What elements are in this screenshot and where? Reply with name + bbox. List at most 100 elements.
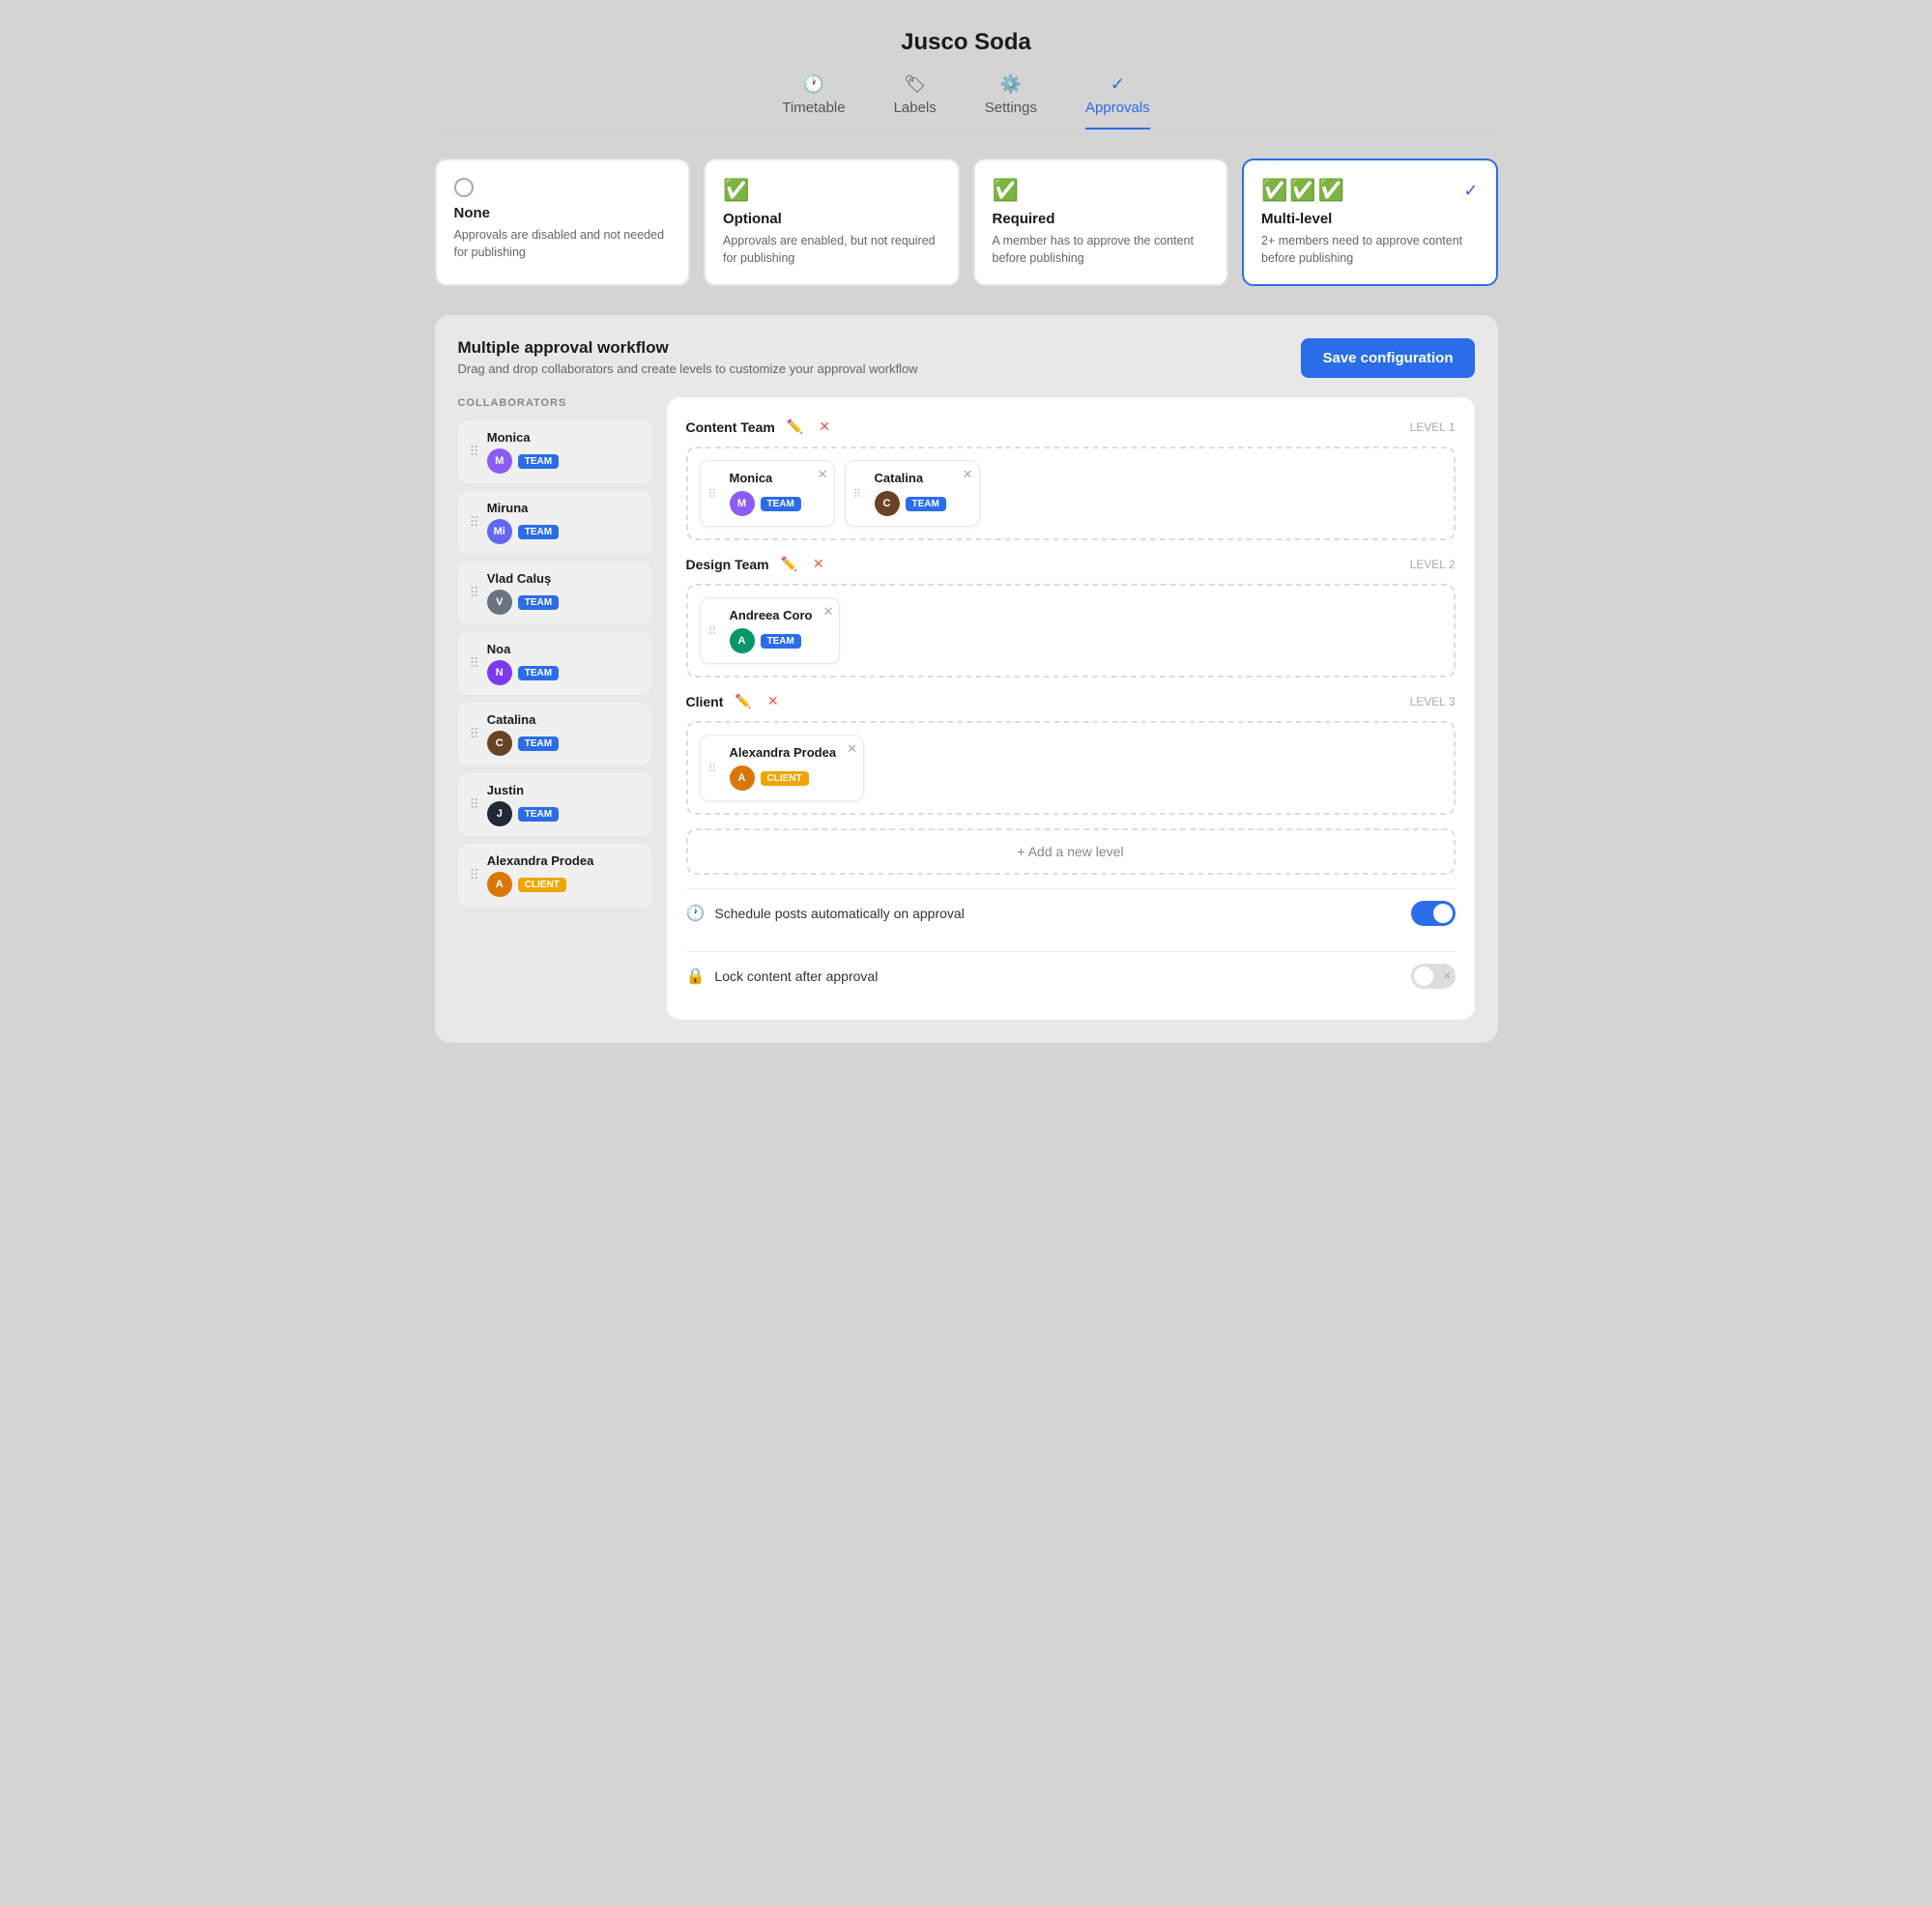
edit-level-1-button[interactable]: ✏️ (783, 417, 807, 437)
remove-member-alexandra-button[interactable]: ✕ (847, 741, 857, 757)
none-title: None (454, 205, 672, 221)
member-card-catalina: ⠿ ✕ Catalina C TEAM (845, 460, 980, 527)
save-configuration-button[interactable]: Save configuration (1301, 338, 1474, 378)
optional-title: Optional (723, 211, 940, 227)
lock-setting-row: 🔒 Lock content after approval ✕ (686, 951, 1456, 1000)
collaborator-miruna[interactable]: ⠿ Miruna Mi TEAM (458, 491, 651, 554)
timetable-icon: 🕐 (803, 74, 824, 95)
drag-handle-icon: ⠿ (470, 514, 479, 531)
level-1-dropzone: ⠿ ✕ Monica M TEAM ⠿ ✕ Catalina (686, 447, 1456, 540)
member-name: Alexandra Prodea (712, 745, 852, 760)
collaborator-noa[interactable]: ⠿ Noa N TEAM (458, 632, 651, 695)
collaborator-catalina[interactable]: ⠿ Catalina C TEAM (458, 703, 651, 765)
drag-handle-icon: ⠿ (470, 444, 479, 460)
avatar: A (487, 872, 512, 897)
avatar: V (487, 590, 512, 615)
avatar: C (487, 731, 512, 756)
edit-level-3-button[interactable]: ✏️ (731, 691, 755, 711)
collaborator-alexandra[interactable]: ⠿ Alexandra Prodea A CLIENT (458, 844, 651, 907)
team-tag: TEAM (518, 736, 559, 751)
schedule-label: Schedule posts automatically on approval (714, 906, 964, 921)
avatar: Mi (487, 519, 512, 544)
team-tag: TEAM (518, 454, 559, 469)
schedule-setting-row: 🕐 Schedule posts automatically on approv… (686, 888, 1456, 938)
member-card-monica: ⠿ ✕ Monica M TEAM (700, 460, 835, 527)
schedule-icon: 🕐 (686, 904, 706, 923)
member-name: Monica (712, 471, 822, 485)
drag-handle-icon: ⠿ (708, 624, 717, 638)
optional-desc: Approvals are enabled, but not required … (723, 233, 940, 267)
settings-icon: ⚙️ (1000, 74, 1022, 95)
client-tag: CLIENT (518, 878, 566, 892)
level-1-label: LEVEL 1 (1410, 420, 1456, 434)
drag-handle-icon: ⠿ (470, 655, 479, 672)
collab-name: Alexandra Prodea (487, 853, 594, 868)
team-tag: TEAM (761, 497, 801, 511)
client-tag: CLIENT (761, 771, 809, 786)
team-tag: TEAM (761, 634, 801, 649)
drag-handle-icon: ⠿ (470, 796, 479, 813)
workflow-header: Multiple approval workflow Drag and drop… (458, 338, 1475, 378)
avatar: C (875, 491, 900, 516)
collaborators-panel: COLLABORATORS ⠿ Monica M TEAM ⠿ (458, 397, 651, 1020)
level-2-dropzone: ⠿ ✕ Andreea Coro A TEAM (686, 584, 1456, 678)
team-tag: TEAM (518, 666, 559, 680)
level-2-section: Design Team ✏️ ✕ LEVEL 2 ⠿ ✕ Andreea Cor… (686, 554, 1456, 678)
multilevel-title: Multi-level (1261, 211, 1479, 227)
remove-member-monica-button[interactable]: ✕ (818, 467, 828, 482)
collab-name: Catalina (487, 712, 559, 727)
level-3-dropzone: ⠿ ✕ Alexandra Prodea A CLIENT (686, 721, 1456, 815)
approval-option-optional[interactable]: ✅ Optional Approvals are enabled, but no… (704, 159, 960, 286)
tab-settings[interactable]: ⚙️ Settings (985, 74, 1037, 130)
tab-timetable[interactable]: 🕐 Timetable (782, 74, 845, 130)
level-3-section: Client ✏️ ✕ LEVEL 3 ⠿ ✕ Alexandra Prodea (686, 691, 1456, 815)
levels-panel: Content Team ✏️ ✕ LEVEL 1 ⠿ ✕ Monica M (667, 397, 1475, 1020)
labels-icon: 🏷 (904, 74, 926, 95)
level-1-section: Content Team ✏️ ✕ LEVEL 1 ⠿ ✕ Monica M (686, 417, 1456, 540)
collaborator-monica[interactable]: ⠿ Monica M TEAM (458, 420, 651, 483)
drag-handle-icon: ⠿ (708, 762, 717, 775)
member-name: Andreea Coro (712, 608, 828, 622)
collab-name: Monica (487, 430, 559, 445)
workflow-body: COLLABORATORS ⠿ Monica M TEAM ⠿ (458, 397, 1475, 1020)
edit-level-2-button[interactable]: ✏️ (777, 554, 801, 574)
tab-approvals[interactable]: ✓ Approvals (1085, 74, 1150, 130)
level-2-name: Design Team (686, 557, 769, 572)
tab-labels[interactable]: 🏷 Labels (894, 74, 937, 130)
collaborator-vlad[interactable]: ⠿ Vlad Caluș V TEAM (458, 562, 651, 624)
avatar: N (487, 660, 512, 685)
remove-member-andreea-button[interactable]: ✕ (823, 604, 834, 620)
approvals-check-icon: ✓ (1110, 74, 1125, 95)
lock-toggle[interactable]: ✕ (1411, 964, 1456, 989)
collaborators-label: COLLABORATORS (458, 397, 651, 409)
avatar: M (730, 491, 755, 516)
drag-handle-icon: ⠿ (470, 726, 479, 742)
member-name: Catalina (857, 471, 967, 485)
approval-option-required[interactable]: ✅ Required A member has to approve the c… (973, 159, 1229, 286)
multilevel-checks-icon: ✅ ✅ ✅ (1261, 178, 1344, 203)
level-1-name: Content Team (686, 419, 775, 435)
lock-label: Lock content after approval (714, 968, 878, 984)
selected-check-icon: ✓ (1463, 181, 1478, 201)
delete-level-2-button[interactable]: ✕ (809, 554, 828, 574)
schedule-toggle[interactable] (1411, 901, 1456, 926)
collab-name: Vlad Caluș (487, 571, 559, 586)
approval-option-multilevel[interactable]: ✅ ✅ ✅ ✓ Multi-level 2+ members need to a… (1242, 159, 1498, 286)
delete-level-1-button[interactable]: ✕ (815, 417, 834, 437)
avatar: J (487, 801, 512, 826)
add-level-button[interactable]: + Add a new level (686, 828, 1456, 875)
remove-member-catalina-button[interactable]: ✕ (963, 467, 973, 482)
collab-name: Justin (487, 783, 559, 797)
delete-level-3-button[interactable]: ✕ (764, 691, 783, 711)
app-title: Jusco Soda (435, 29, 1498, 56)
collaborator-justin[interactable]: ⠿ Justin J TEAM (458, 773, 651, 836)
level-2-label: LEVEL 2 (1410, 558, 1456, 571)
none-radio-icon (454, 178, 474, 197)
member-card-andreea: ⠿ ✕ Andreea Coro A TEAM (700, 597, 841, 664)
team-tag: TEAM (518, 595, 559, 610)
avatar: A (730, 628, 755, 653)
required-desc: A member has to approve the content befo… (993, 233, 1210, 267)
workflow-desc: Drag and drop collaborators and create l… (458, 361, 918, 376)
approval-option-none[interactable]: None Approvals are disabled and not need… (435, 159, 691, 286)
collab-name: Noa (487, 642, 559, 656)
